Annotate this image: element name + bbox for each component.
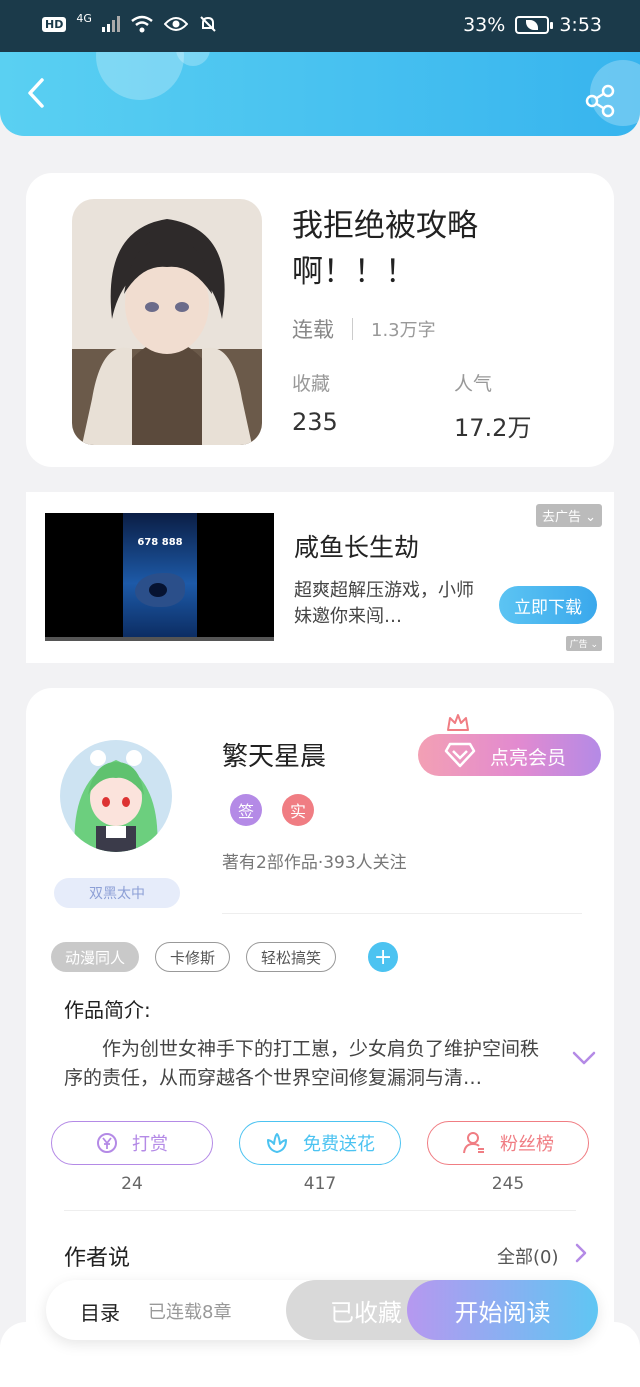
send-flower-label: 免费送花 <box>303 1134 375 1155</box>
author-meta: 著有2部作品·393人关注 <box>222 853 407 873</box>
diamond-icon <box>444 742 476 768</box>
intro-label: 作品简介: <box>64 998 151 1022</box>
chevron-right-icon[interactable] <box>574 1242 588 1264</box>
video-progress-bar <box>45 637 274 641</box>
crown-icon <box>447 714 469 731</box>
ad-video-scene: 678 888 <box>123 513 197 641</box>
yen-coin-icon <box>97 1133 117 1153</box>
divider <box>352 318 353 340</box>
tip-label: 打赏 <box>132 1134 168 1155</box>
intro-text: 作为创世女神手下的打工崽，少女肩负了维护空间秩序的责任，从而穿越各个世界空间修复… <box>64 1038 540 1089</box>
tag-item[interactable]: 轻松搞笑 <box>246 942 337 972</box>
book-cover[interactable] <box>72 199 262 445</box>
fan-rank-button[interactable]: 粉丝榜 <box>427 1121 589 1165</box>
tag-list: 动漫同人 卡修斯 轻松搞笑 + <box>51 942 399 972</box>
status-bar: HD 4G 33% 3:53 <box>0 0 640 52</box>
popularity-label: 人气 <box>454 373 493 395</box>
flower-count: 417 <box>303 1174 337 1194</box>
battery-percent: 33% <box>463 14 506 36</box>
catalog-button[interactable]: 目录 <box>80 1297 120 1326</box>
start-reading-button[interactable]: 开始阅读 <box>407 1280 598 1340</box>
hd-icon: HD <box>42 16 67 32</box>
ad-video-score: 678 888 <box>137 537 183 548</box>
ad-video[interactable]: 678 888 <box>45 513 274 641</box>
author-avatar[interactable] <box>60 740 172 852</box>
wifi-icon <box>131 15 153 33</box>
tip-button[interactable]: 打赏 <box>51 1121 213 1165</box>
ad-badge-label: 广告 <box>569 640 588 650</box>
send-flower-button[interactable]: 免费送花 <box>239 1121 401 1165</box>
user-rank-icon <box>463 1132 484 1154</box>
ad-badge: 广告 ⌄ <box>565 636 602 651</box>
divider <box>64 1210 576 1211</box>
verified-badge: 实 <box>282 794 314 826</box>
bottom-action-bar: 目录 已连载8章 已收藏 开始阅读 <box>46 1280 598 1340</box>
download-button[interactable]: 立即下载 <box>499 586 597 624</box>
tip-count: 24 <box>121 1174 143 1194</box>
battery-icon <box>515 16 554 34</box>
clock: 3:53 <box>559 14 602 36</box>
vip-button[interactable]: 点亮会员 <box>418 734 601 776</box>
ad-description: 超爽超解压游戏，小师妹邀你来闯… <box>294 580 474 627</box>
tag-item[interactable]: 动漫同人 <box>51 942 140 972</box>
word-count: 1.3万字 <box>371 320 436 341</box>
chapter-count: 已连载8章 <box>148 1302 232 1323</box>
remove-ad-button[interactable]: 去广告 ⌄ <box>535 504 602 527</box>
network-label: 4G <box>76 11 92 25</box>
favorited-label: 已收藏 <box>330 1298 402 1327</box>
ad-banner[interactable]: 678 888 咸鱼长生劫 超爽超解压游戏，小师妹邀你来闯… 去广告 ⌄ 立即下… <box>26 492 614 663</box>
status-left: HD 4G <box>42 11 218 34</box>
author-title-tag: 双黑太中 <box>54 878 180 908</box>
signal-icon <box>101 16 120 32</box>
status-right: 33% 3:53 <box>463 14 602 36</box>
favorites-stat: 收藏 235 <box>292 369 338 436</box>
ad-title: 咸鱼长生劫 <box>294 533 420 562</box>
book-info-card: 我拒绝被攻略啊！！！ 连载 1.3万字 收藏 235 人气 17.2万 <box>26 173 614 467</box>
fan-rank-label: 粉丝榜 <box>500 1134 554 1155</box>
tag-item[interactable]: 卡修斯 <box>155 942 231 972</box>
book-status-row: 连载 1.3万字 <box>292 314 436 344</box>
chevron-down-icon[interactable] <box>572 1050 596 1066</box>
fish-illustration <box>135 573 185 607</box>
remove-ad-label: 去广告 <box>541 510 581 525</box>
popularity-stat: 人气 17.2万 <box>454 369 531 443</box>
fan-count: 245 <box>491 1174 525 1194</box>
author-name[interactable]: 繁天星晨 <box>222 736 326 773</box>
back-icon[interactable] <box>20 76 54 110</box>
share-icon[interactable] <box>584 84 618 118</box>
favorites-value: 235 <box>292 408 338 436</box>
favorites-label: 收藏 <box>292 373 331 395</box>
vip-button-label: 点亮会员 <box>490 747 567 769</box>
flower-icon <box>267 1133 287 1153</box>
header-bubble-decoration <box>96 52 184 100</box>
popularity-value: 17.2万 <box>454 414 532 442</box>
author-says-all-link[interactable]: 全部(0) <box>497 1243 559 1269</box>
add-tag-button[interactable]: + <box>368 942 399 972</box>
app-header <box>0 52 640 136</box>
divider <box>222 913 582 914</box>
eye-icon <box>163 17 188 31</box>
author-says-label: 作者说 <box>64 1246 131 1271</box>
serial-status: 连载 <box>292 318 334 342</box>
book-title: 我拒绝被攻略啊！！！ <box>292 208 478 290</box>
mute-bell-icon <box>200 16 216 32</box>
signed-badge: 签 <box>230 794 262 826</box>
